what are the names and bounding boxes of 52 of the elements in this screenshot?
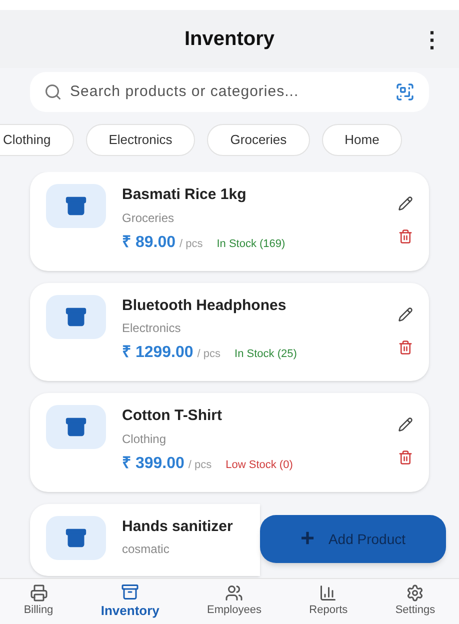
stock-status: In Stock (25) [234, 347, 297, 362]
unit-label: / pcs [179, 236, 203, 252]
product-category: Clothing [122, 430, 168, 448]
product-name: Bluetooth Headphones [122, 296, 288, 316]
product-name: Cotton T-Shirt [122, 406, 223, 426]
bar-chart-icon [319, 584, 338, 602]
product-price: ₹ 89.00 [122, 232, 176, 252]
search-input[interactable]: Search products or categories... [70, 80, 395, 104]
product-category: cosmatic [122, 541, 170, 558]
edit-button[interactable] [398, 196, 413, 211]
unit-label: / pcs [188, 458, 212, 472]
product-price: ₹ 1299.00 [122, 343, 194, 363]
category-chip[interactable]: Electronics [86, 124, 196, 156]
delete-button[interactable] [398, 450, 413, 465]
stock-status: In Stock (169) [216, 236, 286, 252]
settings-icon [406, 584, 424, 602]
nav-tab[interactable]: Reports [309, 584, 348, 619]
product-card[interactable]: Bluetooth Headphones Electronics ₹ 1299.00 / pcs In Stock (25) [30, 282, 429, 381]
search-icon [44, 83, 62, 101]
people-icon [225, 584, 244, 602]
plus-icon: + [300, 527, 314, 551]
box-icon [65, 195, 87, 217]
category-chip[interactable]: Groceries [207, 124, 310, 156]
product-name: Hands sanitizer [122, 516, 234, 536]
category-chip[interactable]: Clothing [0, 124, 74, 156]
product-price: ₹ 399.00 [122, 454, 184, 474]
scanner-icon[interactable] [395, 82, 415, 102]
printer-icon [30, 584, 48, 602]
product-card[interactable]: Basmati Rice 1kg Groceries ₹ 89.00 / pcs In Stock (169) [30, 172, 429, 270]
more-menu-button[interactable]: ⋮ [421, 22, 443, 56]
product-card[interactable]: Hands sanitizer cosmatic [30, 504, 260, 576]
archive-box-icon [121, 582, 140, 601]
category-chip[interactable]: Home [322, 124, 402, 156]
stock-status: Low Stock (0) [226, 458, 293, 472]
product-category: Groceries [122, 210, 176, 226]
nav-tab[interactable]: Billing [24, 584, 54, 619]
nav-tab[interactable]: Inventory [100, 582, 160, 620]
product-card[interactable]: Cotton T-Shirt Clothing ₹ 399.00 / pcs Low Stock (0) [30, 393, 429, 492]
nav-tab[interactable]: Employees [207, 584, 262, 619]
box-icon [65, 416, 87, 438]
delete-button[interactable] [398, 229, 413, 244]
search-field[interactable]: Search products or categories... [30, 72, 429, 112]
delete-button[interactable] [398, 340, 413, 354]
unit-label: / pcs [197, 347, 221, 362]
product-name: Basmati Rice 1kg [122, 185, 248, 205]
page-title: Inventory [184, 27, 275, 52]
edit-button[interactable] [398, 417, 413, 432]
box-icon [65, 306, 87, 328]
product-category: Electronics [122, 320, 182, 337]
nav-tab[interactable]: Settings [395, 584, 436, 619]
edit-button[interactable] [398, 306, 413, 322]
box-icon [65, 526, 87, 548]
